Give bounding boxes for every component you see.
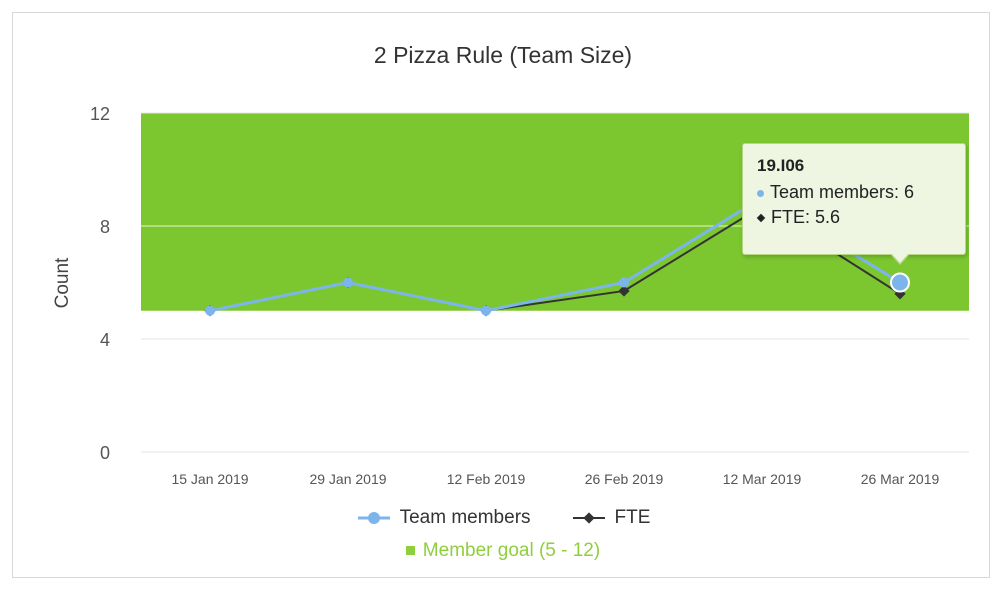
y-tick-label: 8 bbox=[100, 217, 110, 237]
team-members-point bbox=[205, 305, 215, 316]
x-tick-label: 26 Mar 2019 bbox=[861, 471, 940, 487]
tooltip: 19.I06 Team members: 6 FTE: 5.6 bbox=[742, 143, 966, 255]
x-tick-label: 29 Jan 2019 bbox=[309, 471, 386, 487]
team-members-point bbox=[481, 305, 491, 316]
legend-fte[interactable]: FTE bbox=[571, 507, 651, 529]
fte-diamond-icon bbox=[756, 214, 766, 223]
x-tick-label: 12 Feb 2019 bbox=[447, 471, 526, 487]
legend-team-members-label: Team members bbox=[399, 507, 531, 528]
team-dot-icon bbox=[757, 189, 764, 197]
tooltip-arrow-inner bbox=[891, 253, 909, 263]
tooltip-team-value: Team members: 6 bbox=[770, 182, 915, 202]
legend-member-goal[interactable]: Member goal (5 - 12) bbox=[0, 540, 1006, 562]
y-tick-label: 12 bbox=[90, 104, 110, 124]
y-tick-label: 0 bbox=[100, 443, 110, 463]
legend: Team members FTE bbox=[0, 503, 1006, 533]
team-members-point bbox=[619, 277, 629, 288]
goal-square-icon bbox=[405, 546, 415, 556]
team-members-point bbox=[343, 277, 353, 288]
team-members-line-icon bbox=[357, 512, 390, 524]
x-tick-label: 12 Mar 2019 bbox=[723, 471, 802, 487]
tooltip-row-fte: FTE: 5.6 bbox=[756, 207, 951, 228]
legend-member-goal-label: Member goal (5 - 12) bbox=[422, 540, 601, 561]
tooltip-fte-value: FTE: 5.6 bbox=[771, 207, 841, 227]
y-tick-label: 4 bbox=[100, 330, 110, 350]
tooltip-title: 19.I06 bbox=[757, 156, 805, 175]
x-tick-label: 15 Jan 2019 bbox=[171, 471, 248, 487]
legend-team-members[interactable]: Team members bbox=[356, 507, 531, 529]
team-members-point bbox=[890, 272, 910, 293]
x-tick-label: 26 Feb 2019 bbox=[585, 471, 664, 487]
y-axis-label: Count bbox=[52, 257, 73, 308]
legend-fte-label: FTE bbox=[614, 507, 651, 528]
fte-line-icon bbox=[572, 512, 605, 524]
tooltip-row-team: Team members: 6 bbox=[757, 182, 951, 203]
